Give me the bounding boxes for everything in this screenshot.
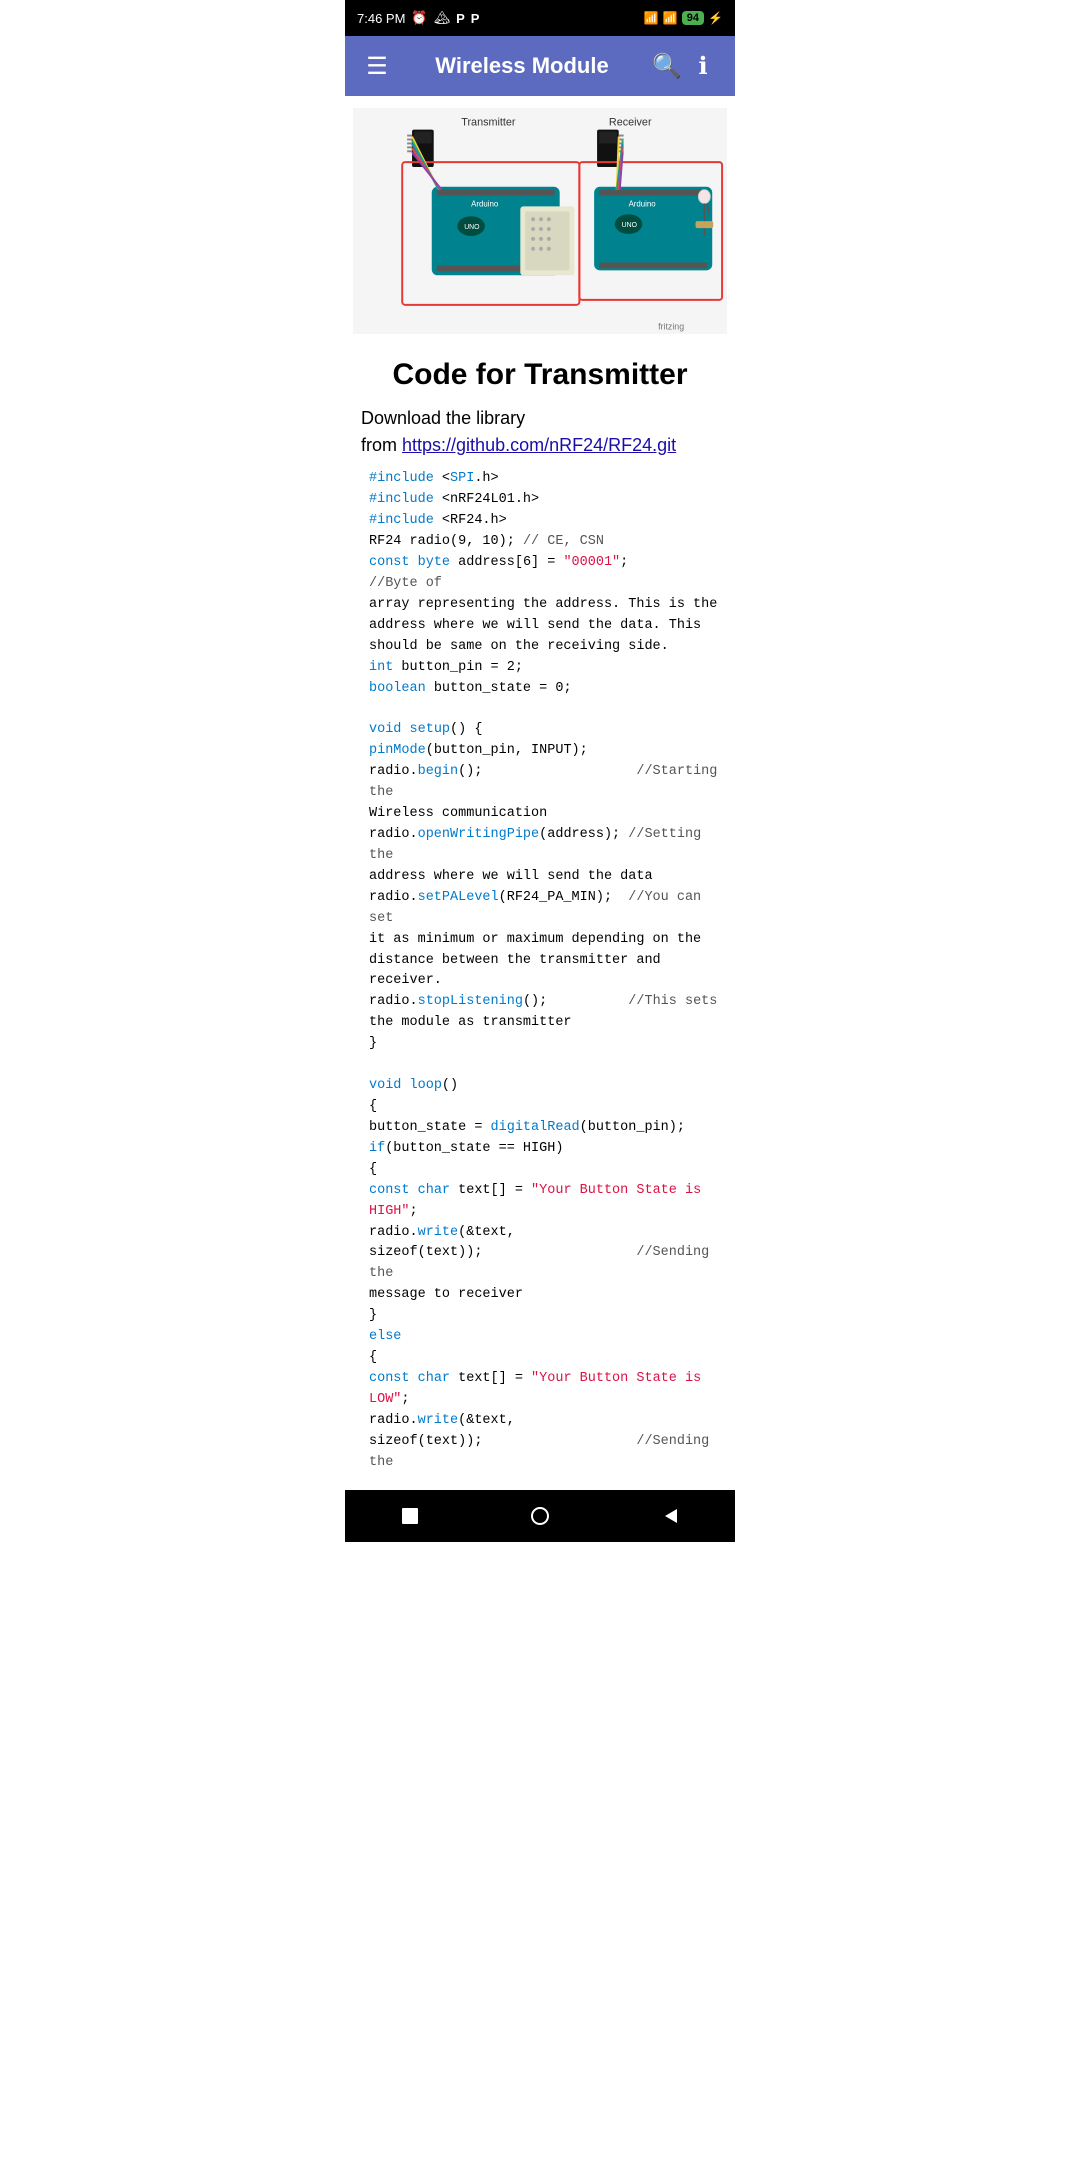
svg-text:Arduino: Arduino: [471, 199, 499, 208]
home-button[interactable]: [518, 1494, 562, 1538]
diagram-container: Transmitter Receiver: [345, 96, 735, 343]
parking-icon2: P: [471, 11, 480, 26]
svg-text:Arduino: Arduino: [629, 199, 657, 208]
notification-icon: 🏔: [434, 10, 451, 26]
code-include1: #include: [369, 471, 434, 486]
parking-icon: P: [456, 11, 465, 26]
wiring-diagram: Transmitter Receiver: [353, 108, 727, 339]
status-right: 📶 📶 94 ⚡: [644, 11, 723, 25]
stop-button[interactable]: [388, 1494, 432, 1538]
signal-icon2: 📶: [663, 11, 678, 25]
app-bar: ☰ Wireless Module 🔍 ℹ: [345, 36, 735, 96]
status-left: 7:46 PM ⏰ 🏔 P P: [357, 10, 479, 26]
code-block: #include <SPI.h> #include <nRF24L01.h> #…: [345, 461, 735, 1489]
search-button[interactable]: 🔍: [649, 52, 685, 81]
battery-label: 94: [682, 11, 704, 25]
info-button[interactable]: ℹ: [685, 52, 721, 81]
library-line1: Download the library: [361, 408, 525, 428]
library-text: Download the library from https://github…: [345, 401, 735, 461]
bottom-nav: [345, 1490, 735, 1542]
time-label: 7:46 PM: [357, 11, 405, 26]
svg-text:fritzing: fritzing: [658, 321, 684, 331]
svg-text:Transmitter: Transmitter: [461, 117, 516, 129]
status-bar: 7:46 PM ⏰ 🏔 P P 📶 📶 94 ⚡: [345, 0, 735, 36]
page-title: Wireless Module: [395, 53, 649, 79]
svg-text:UNO: UNO: [464, 224, 480, 231]
svg-text:UNO: UNO: [622, 222, 638, 229]
library-line2-prefix: from: [361, 435, 402, 455]
main-content: Transmitter Receiver: [345, 96, 735, 1490]
alarm-icon: ⏰: [411, 10, 427, 26]
library-link[interactable]: https://github.com/nRF24/RF24.git: [402, 435, 676, 455]
menu-button[interactable]: ☰: [359, 52, 395, 81]
svg-text:Receiver: Receiver: [609, 117, 652, 129]
section-heading: Code for Transmitter: [345, 343, 735, 401]
battery-charge-icon: ⚡: [708, 11, 723, 25]
back-button[interactable]: [648, 1494, 692, 1538]
signal-icon: 📶: [644, 11, 659, 25]
